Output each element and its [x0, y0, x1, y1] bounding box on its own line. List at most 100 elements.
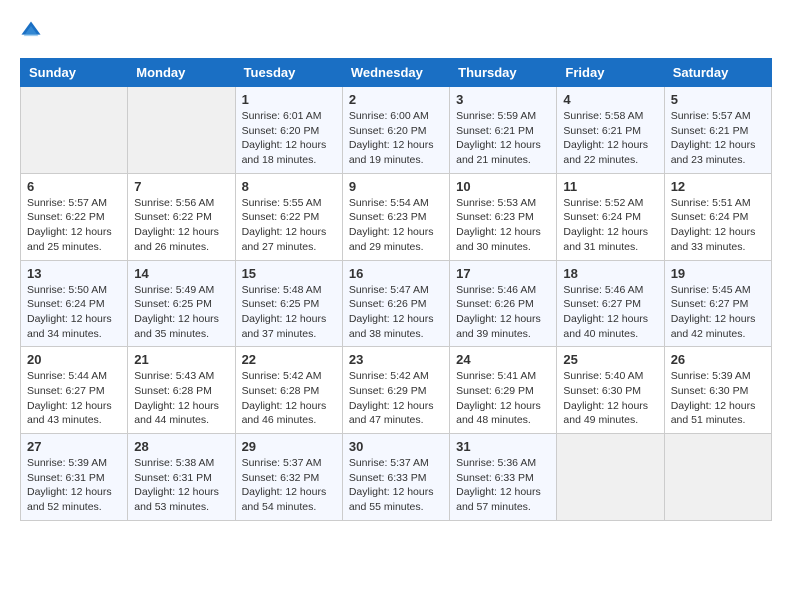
weekday-header-saturday: Saturday: [664, 59, 771, 87]
day-detail: Sunrise: 5:37 AM Sunset: 6:33 PM Dayligh…: [349, 456, 443, 515]
calendar-week-4: 27 Sunrise: 5:39 AM Sunset: 6:31 PM Dayli…: [21, 434, 772, 521]
day-detail: Sunrise: 5:41 AM Sunset: 6:29 PM Dayligh…: [456, 369, 550, 428]
calendar-table: SundayMondayTuesdayWednesdayThursdayFrid…: [20, 58, 772, 521]
calendar-cell: 31 Sunrise: 5:36 AM Sunset: 6:33 PM Dayli…: [450, 434, 557, 521]
calendar-cell: 17 Sunrise: 5:46 AM Sunset: 6:26 PM Dayli…: [450, 260, 557, 347]
weekday-header-sunday: Sunday: [21, 59, 128, 87]
calendar-cell: 20 Sunrise: 5:44 AM Sunset: 6:27 PM Dayli…: [21, 347, 128, 434]
calendar-cell: 22 Sunrise: 5:42 AM Sunset: 6:28 PM Dayli…: [235, 347, 342, 434]
calendar-cell: 4Sunrise: 5:58 AM Sunset: 6:21 PM Daylig…: [557, 87, 664, 174]
calendar-body: 1 Sunrise: 6:01 AM Sunset: 6:20 PM Daylig…: [21, 87, 772, 521]
day-number: 31: [456, 439, 550, 454]
day-detail: Sunrise: 5:40 AM Sunset: 6:30 PM Dayligh…: [563, 369, 657, 428]
calendar-cell: 24 Sunrise: 5:41 AM Sunset: 6:29 PM Dayli…: [450, 347, 557, 434]
day-number: 10: [456, 179, 550, 194]
page-header: [20, 20, 772, 42]
day-number: 18: [563, 266, 657, 281]
day-detail: Sunrise: 5:57 AM Sunset: 6:21 PM Dayligh…: [671, 109, 765, 168]
day-detail: Sunrise: 5:43 AM Sunset: 6:28 PM Dayligh…: [134, 369, 228, 428]
day-detail: Sunrise: 5:46 AM Sunset: 6:26 PM Dayligh…: [456, 283, 550, 342]
day-number: 24: [456, 352, 550, 367]
day-number: 25: [563, 352, 657, 367]
weekday-header-wednesday: Wednesday: [342, 59, 449, 87]
logo: [20, 20, 46, 42]
day-number: 27: [27, 439, 121, 454]
day-detail: Sunrise: 5:44 AM Sunset: 6:27 PM Dayligh…: [27, 369, 121, 428]
day-detail: Sunrise: 5:45 AM Sunset: 6:27 PM Dayligh…: [671, 283, 765, 342]
day-number: 9: [349, 179, 443, 194]
calendar-cell: 14 Sunrise: 5:49 AM Sunset: 6:25 PM Dayli…: [128, 260, 235, 347]
calendar-cell: 28 Sunrise: 5:38 AM Sunset: 6:31 PM Dayli…: [128, 434, 235, 521]
weekday-row: SundayMondayTuesdayWednesdayThursdayFrid…: [21, 59, 772, 87]
weekday-header-monday: Monday: [128, 59, 235, 87]
calendar-cell: [557, 434, 664, 521]
weekday-header-tuesday: Tuesday: [235, 59, 342, 87]
day-detail: Sunrise: 5:42 AM Sunset: 6:29 PM Dayligh…: [349, 369, 443, 428]
day-detail: Sunrise: 5:42 AM Sunset: 6:28 PM Dayligh…: [242, 369, 336, 428]
calendar-cell: 16 Sunrise: 5:47 AM Sunset: 6:26 PM Dayli…: [342, 260, 449, 347]
calendar-cell: 13 Sunrise: 5:50 AM Sunset: 6:24 PM Dayli…: [21, 260, 128, 347]
day-number: 22: [242, 352, 336, 367]
day-detail: Sunrise: 5:59 AM Sunset: 6:21 PM Dayligh…: [456, 109, 550, 168]
day-number: 16: [349, 266, 443, 281]
day-number: 15: [242, 266, 336, 281]
day-number: 12: [671, 179, 765, 194]
day-number: 19: [671, 266, 765, 281]
calendar-cell: 2 Sunrise: 6:00 AM Sunset: 6:20 PM Daylig…: [342, 87, 449, 174]
calendar-cell: [128, 87, 235, 174]
day-detail: Sunrise: 5:49 AM Sunset: 6:25 PM Dayligh…: [134, 283, 228, 342]
day-detail: Sunrise: 5:58 AM Sunset: 6:21 PM Dayligh…: [563, 109, 657, 168]
day-number: 28: [134, 439, 228, 454]
day-number: 21: [134, 352, 228, 367]
calendar-cell: 8 Sunrise: 5:55 AM Sunset: 6:22 PM Daylig…: [235, 173, 342, 260]
day-detail: Sunrise: 5:38 AM Sunset: 6:31 PM Dayligh…: [134, 456, 228, 515]
day-number: 13: [27, 266, 121, 281]
day-number: 23: [349, 352, 443, 367]
calendar-cell: 5 Sunrise: 5:57 AM Sunset: 6:21 PM Daylig…: [664, 87, 771, 174]
day-number: 6: [27, 179, 121, 194]
day-detail: Sunrise: 5:50 AM Sunset: 6:24 PM Dayligh…: [27, 283, 121, 342]
day-detail: Sunrise: 5:55 AM Sunset: 6:22 PM Dayligh…: [242, 196, 336, 255]
day-detail: Sunrise: 5:47 AM Sunset: 6:26 PM Dayligh…: [349, 283, 443, 342]
calendar-cell: 21 Sunrise: 5:43 AM Sunset: 6:28 PM Dayli…: [128, 347, 235, 434]
day-number: 7: [134, 179, 228, 194]
day-detail: Sunrise: 6:00 AM Sunset: 6:20 PM Dayligh…: [349, 109, 443, 168]
day-number: 1: [242, 92, 336, 107]
day-detail: Sunrise: 5:48 AM Sunset: 6:25 PM Dayligh…: [242, 283, 336, 342]
day-number: 14: [134, 266, 228, 281]
calendar-week-1: 6 Sunrise: 5:57 AM Sunset: 6:22 PM Daylig…: [21, 173, 772, 260]
calendar-week-2: 13 Sunrise: 5:50 AM Sunset: 6:24 PM Dayli…: [21, 260, 772, 347]
calendar-header: SundayMondayTuesdayWednesdayThursdayFrid…: [21, 59, 772, 87]
calendar-cell: 25 Sunrise: 5:40 AM Sunset: 6:30 PM Dayli…: [557, 347, 664, 434]
day-number: 11: [563, 179, 657, 194]
calendar-cell: 3 Sunrise: 5:59 AM Sunset: 6:21 PM Daylig…: [450, 87, 557, 174]
calendar-cell: 29Sunrise: 5:37 AM Sunset: 6:32 PM Dayli…: [235, 434, 342, 521]
weekday-header-friday: Friday: [557, 59, 664, 87]
day-number: 2: [349, 92, 443, 107]
day-detail: Sunrise: 5:56 AM Sunset: 6:22 PM Dayligh…: [134, 196, 228, 255]
day-detail: Sunrise: 5:57 AM Sunset: 6:22 PM Dayligh…: [27, 196, 121, 255]
day-number: 17: [456, 266, 550, 281]
day-detail: Sunrise: 5:39 AM Sunset: 6:31 PM Dayligh…: [27, 456, 121, 515]
day-detail: Sunrise: 5:54 AM Sunset: 6:23 PM Dayligh…: [349, 196, 443, 255]
calendar-cell: 27 Sunrise: 5:39 AM Sunset: 6:31 PM Dayli…: [21, 434, 128, 521]
calendar-cell: [21, 87, 128, 174]
weekday-header-thursday: Thursday: [450, 59, 557, 87]
calendar-cell: 1 Sunrise: 6:01 AM Sunset: 6:20 PM Daylig…: [235, 87, 342, 174]
day-number: 30: [349, 439, 443, 454]
calendar-week-0: 1 Sunrise: 6:01 AM Sunset: 6:20 PM Daylig…: [21, 87, 772, 174]
day-number: 5: [671, 92, 765, 107]
day-detail: Sunrise: 5:36 AM Sunset: 6:33 PM Dayligh…: [456, 456, 550, 515]
calendar-week-3: 20 Sunrise: 5:44 AM Sunset: 6:27 PM Dayli…: [21, 347, 772, 434]
day-detail: Sunrise: 6:01 AM Sunset: 6:20 PM Dayligh…: [242, 109, 336, 168]
day-number: 20: [27, 352, 121, 367]
day-number: 8: [242, 179, 336, 194]
calendar-cell: 19 Sunrise: 5:45 AM Sunset: 6:27 PM Dayli…: [664, 260, 771, 347]
calendar-cell: 10Sunrise: 5:53 AM Sunset: 6:23 PM Dayli…: [450, 173, 557, 260]
day-detail: Sunrise: 5:37 AM Sunset: 6:32 PM Dayligh…: [242, 456, 336, 515]
day-number: 3: [456, 92, 550, 107]
calendar-cell: 18Sunrise: 5:46 AM Sunset: 6:27 PM Dayli…: [557, 260, 664, 347]
calendar-cell: 12Sunrise: 5:51 AM Sunset: 6:24 PM Dayli…: [664, 173, 771, 260]
calendar-cell: 7 Sunrise: 5:56 AM Sunset: 6:22 PM Daylig…: [128, 173, 235, 260]
calendar-cell: 6 Sunrise: 5:57 AM Sunset: 6:22 PM Daylig…: [21, 173, 128, 260]
